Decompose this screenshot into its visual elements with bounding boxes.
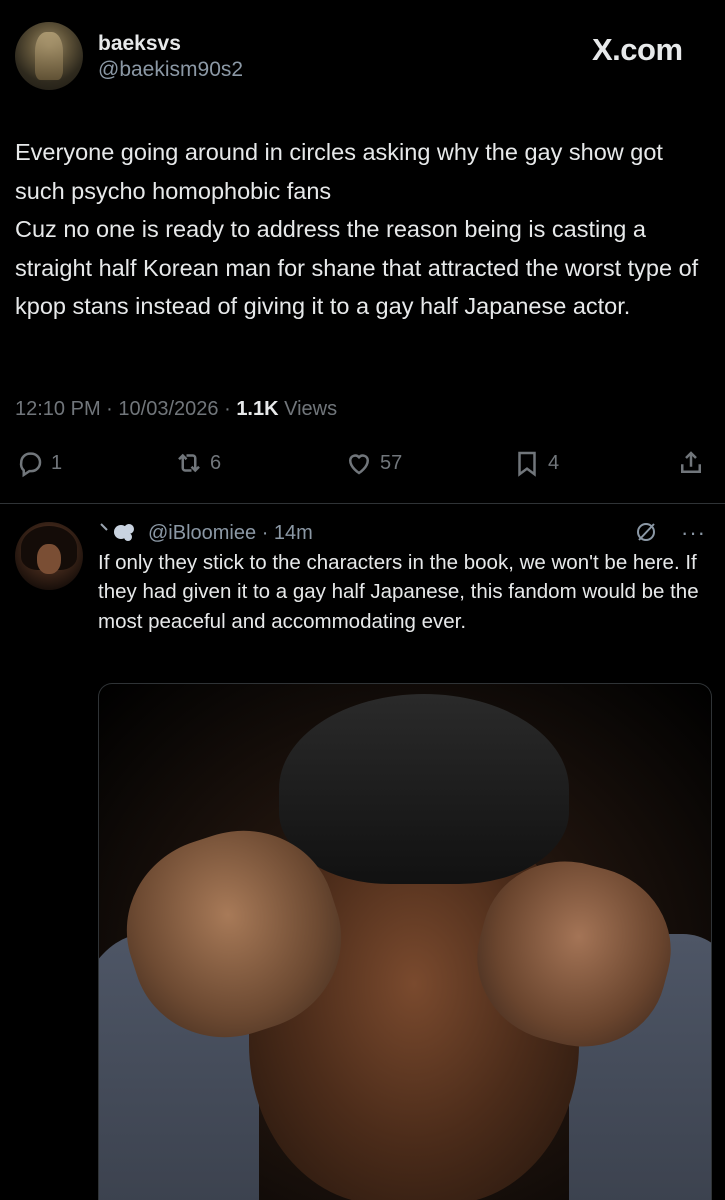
divider xyxy=(0,503,725,504)
bookmark-count: 4 xyxy=(548,451,560,474)
views-label: Views xyxy=(284,398,338,420)
avatar-figure xyxy=(35,32,63,80)
dash-emoji-icon xyxy=(99,520,139,550)
reply-header: @iBloomiee · 14m xyxy=(148,522,313,545)
tweet-meta: 12:10 PM · 10/03/2026 · 1.1K Views xyxy=(15,398,337,421)
more-options-icon[interactable]: ··· xyxy=(681,520,706,546)
reply-button[interactable]: 1 xyxy=(15,448,62,478)
avatar-face xyxy=(37,544,61,574)
author-handle[interactable]: @baekism90s2 xyxy=(98,58,243,82)
tweet-date: 10/03/2026 xyxy=(118,398,219,420)
author-display-name[interactable]: baeksvs xyxy=(98,32,181,56)
reply-time[interactable]: 14m xyxy=(274,522,313,544)
author-avatar[interactable] xyxy=(15,22,83,90)
tweet-text: Everyone going around in circles asking … xyxy=(15,139,699,320)
grok-icon[interactable] xyxy=(634,520,658,549)
reply-media-image[interactable] xyxy=(98,683,712,1200)
repost-icon xyxy=(178,453,200,473)
reply-text: If only they stick to the characters in … xyxy=(98,551,699,633)
repost-button[interactable]: 6 xyxy=(174,448,221,478)
tweet-time: 12:10 PM xyxy=(15,398,101,420)
reply-handle[interactable]: @iBloomiee xyxy=(148,522,256,544)
action-bar: 1 6 57 4 xyxy=(0,448,725,488)
like-count: 57 xyxy=(380,451,403,474)
share-icon xyxy=(681,451,701,473)
heart-icon xyxy=(348,454,370,475)
reply-author-avatar[interactable] xyxy=(15,522,83,590)
reply-icon xyxy=(19,452,42,478)
like-button[interactable]: 57 xyxy=(344,448,402,478)
meta-separator: · xyxy=(261,522,269,544)
meta-separator: · xyxy=(106,398,113,420)
repost-count: 6 xyxy=(210,451,222,474)
views-count: 1.1K xyxy=(236,398,279,420)
reply-count: 1 xyxy=(51,451,63,474)
meta-separator: · xyxy=(224,398,231,420)
x-logo: X.com xyxy=(592,32,683,67)
image-beanie xyxy=(279,694,569,884)
bookmark-icon xyxy=(518,451,536,477)
bookmark-button[interactable]: 4 xyxy=(512,448,559,478)
share-button[interactable] xyxy=(676,448,706,478)
